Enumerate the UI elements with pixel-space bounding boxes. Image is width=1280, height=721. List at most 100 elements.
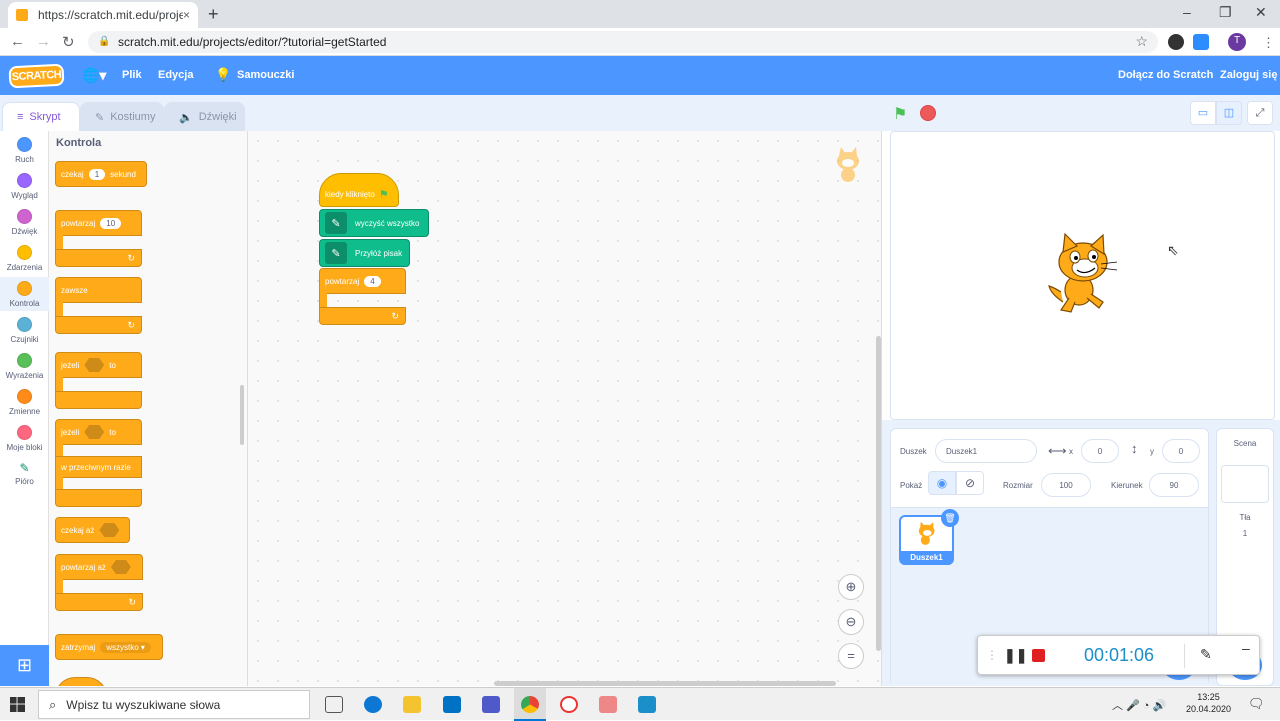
drag-handle-icon[interactable]: ⋮ xyxy=(986,648,998,662)
close-window-button[interactable]: ✕ xyxy=(1255,4,1267,21)
block-categories: Ruch Wygląd Dźwięk Zdarzenia Kontrola Cz… xyxy=(0,131,49,686)
show-sprite-button[interactable]: ◉ xyxy=(928,471,956,495)
minimize-recorder-button[interactable]: – xyxy=(1242,640,1250,656)
fullscreen-button[interactable]: ⤢ xyxy=(1247,101,1273,125)
zoom-in-button[interactable]: ⊕ xyxy=(838,574,864,600)
code-workspace[interactable]: kiedy kliknięto ⚑ ✎ wyczyść wszystko ✎ Przy… xyxy=(248,131,882,686)
condition-slot[interactable] xyxy=(84,358,105,372)
block-if-else[interactable]: jeżeli to xyxy=(55,419,142,445)
category-sound[interactable]: Dźwięk xyxy=(0,209,49,236)
teams-icon[interactable] xyxy=(482,696,500,713)
block-else: w przeciwnym razie xyxy=(55,456,142,478)
palette-scrollbar[interactable] xyxy=(240,385,244,445)
script-block-repeat[interactable]: powtarzaj 4 xyxy=(319,268,406,294)
condition-slot[interactable] xyxy=(84,425,105,439)
size-input[interactable]: 100 xyxy=(1041,473,1091,497)
sprite-name-input[interactable]: Duszek1 xyxy=(935,439,1037,463)
app-icon[interactable] xyxy=(599,696,617,713)
tab-code[interactable]: ≡ Skrypt xyxy=(2,102,80,131)
category-looks[interactable]: Wygląd xyxy=(0,173,49,200)
category-pen[interactable]: ✎ Pióro xyxy=(0,461,49,486)
delete-sprite-button[interactable]: 🗑 xyxy=(941,509,959,527)
zoom-out-button[interactable]: ⊖ xyxy=(838,609,864,635)
stop-button[interactable] xyxy=(920,105,936,121)
file-explorer-icon[interactable] xyxy=(403,696,421,713)
block-repeat-until-side xyxy=(55,579,63,594)
category-my-blocks[interactable]: Moje bloki xyxy=(0,425,49,452)
direction-input[interactable]: 90 xyxy=(1149,473,1199,497)
tab-close-icon[interactable]: × xyxy=(183,8,190,22)
join-scratch-link[interactable]: Dołącz do Scratch xyxy=(1118,69,1213,81)
taskbar-clock[interactable]: 13:25 20.04.2020 xyxy=(1186,691,1231,715)
system-tray-icons[interactable]: ︿ 🎤 ◔ 🔊 xyxy=(1112,697,1166,713)
stop-recording-button[interactable] xyxy=(1032,649,1045,662)
workspace-vertical-scrollbar[interactable] xyxy=(876,336,881,651)
block-repeat-until[interactable]: powtarzaj aż xyxy=(55,554,143,580)
chrome-icon[interactable] xyxy=(521,696,539,713)
language-globe-icon[interactable]: 🌐▾ xyxy=(82,67,106,84)
category-sensing[interactable]: Czujniki xyxy=(0,317,49,344)
workspace-horizontal-scrollbar[interactable] xyxy=(494,681,836,686)
zoom-reset-button[interactable]: = xyxy=(838,643,864,669)
block-repeat[interactable]: powtarzaj 10 xyxy=(55,210,142,236)
hide-sprite-button[interactable]: ⊘ xyxy=(956,471,984,495)
scratch-logo[interactable]: SCRATCH xyxy=(8,63,65,89)
reload-icon[interactable]: ↻ xyxy=(62,33,75,51)
notifications-icon[interactable]: 🗨 xyxy=(1248,696,1265,712)
minimize-window-button[interactable]: – xyxy=(1183,4,1191,20)
browser-menu-icon[interactable]: ⋮ xyxy=(1262,35,1275,51)
edge-browser-icon[interactable] xyxy=(364,696,382,713)
clock-date: 20.04.2020 xyxy=(1186,704,1232,714)
block-wait-until[interactable]: czekaj aż xyxy=(55,517,130,543)
app-icon[interactable] xyxy=(560,696,578,713)
condition-slot[interactable] xyxy=(110,560,131,574)
forward-arrow-icon[interactable]: → xyxy=(36,33,51,50)
condition-slot[interactable] xyxy=(99,523,120,537)
pause-recording-button[interactable]: ❚❚ xyxy=(1004,647,1027,664)
new-tab-button[interactable]: + xyxy=(208,4,219,25)
block-forever[interactable]: zawsze xyxy=(55,277,142,303)
category-events[interactable]: Zdarzenia xyxy=(0,245,49,272)
large-stage-button[interactable]: ◫ xyxy=(1216,101,1242,125)
zoom-extension-icon[interactable] xyxy=(1193,34,1209,50)
backdrop-thumbnail[interactable] xyxy=(1221,465,1269,503)
x-input[interactable]: 0 xyxy=(1081,439,1119,463)
block-wait[interactable]: czekaj 1 sekund xyxy=(55,161,147,187)
script-block-clear[interactable]: ✎ wyczyść wszystko xyxy=(319,209,429,237)
script-block-pen-down[interactable]: ✎ Przyłóż pisak xyxy=(319,239,410,267)
y-input[interactable]: 0 xyxy=(1162,439,1200,463)
profile-avatar[interactable]: T xyxy=(1228,33,1246,51)
cat-sprite[interactable] xyxy=(1041,232,1121,317)
taskbar-search-box[interactable]: ⌕ Wpisz tu wyszukiwane słowa xyxy=(38,690,310,719)
bookmark-star-icon[interactable]: ☆ xyxy=(1135,33,1148,50)
extension-icon[interactable] xyxy=(1168,34,1184,50)
menu-edit[interactable]: Edycja xyxy=(158,69,193,81)
maximize-window-button[interactable]: ❐ xyxy=(1219,4,1232,21)
add-extension-button[interactable]: ⊞ xyxy=(0,645,49,686)
screen-recorder-app-icon[interactable] xyxy=(638,696,656,713)
block-hat-partial[interactable] xyxy=(55,677,107,686)
menu-file[interactable]: Plik xyxy=(122,69,142,81)
url-field[interactable]: 🔒 scratch.mit.edu/projects/editor/?tutor… xyxy=(88,31,1158,53)
category-control[interactable]: Kontrola xyxy=(0,277,49,311)
windows-start-icon[interactable] xyxy=(10,697,25,712)
green-flag-button[interactable]: ⚑ xyxy=(893,104,907,124)
category-motion[interactable]: Ruch xyxy=(0,137,49,164)
category-variables[interactable]: Zmienne xyxy=(0,389,49,416)
browser-tab[interactable]: https://scratch.mit.edu/projects/e × xyxy=(8,2,198,28)
back-arrow-icon[interactable]: ← xyxy=(10,33,25,50)
category-operators[interactable]: Wyrażenia xyxy=(0,353,49,380)
script-hat-when-flag-clicked[interactable]: kiedy kliknięto ⚑ xyxy=(319,173,399,207)
tab-costumes[interactable]: ✎ Kostiumy xyxy=(80,102,164,131)
large-stage-icon: ◫ xyxy=(1223,107,1235,119)
task-view-icon[interactable] xyxy=(325,696,343,713)
block-if[interactable]: jeżeli to xyxy=(55,352,142,378)
annotate-pen-icon[interactable]: ✎ xyxy=(1200,646,1212,663)
block-stop[interactable]: zatrzymaj wszystko ▾ xyxy=(55,634,163,660)
sign-in-link[interactable]: Zaloguj się xyxy=(1220,69,1277,81)
tab-sounds[interactable]: 🔈 Dźwięki xyxy=(164,102,245,131)
stage-canvas[interactable]: ⇖ xyxy=(890,131,1275,420)
small-stage-button[interactable]: ▭ xyxy=(1190,101,1216,125)
mail-icon[interactable] xyxy=(443,696,461,713)
menu-tutorials[interactable]: Samouczki xyxy=(237,69,294,81)
